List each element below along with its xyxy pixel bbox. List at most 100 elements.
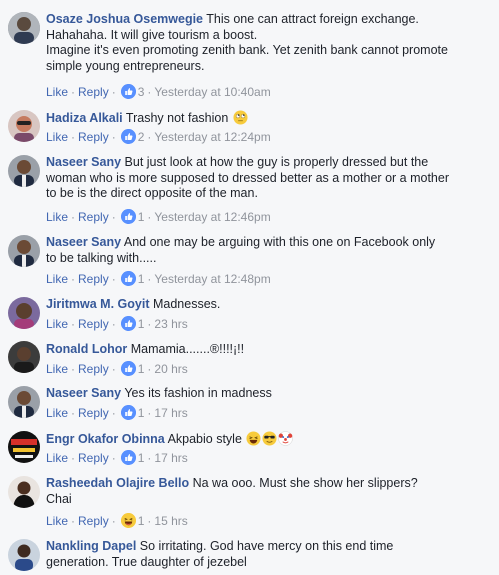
comment-text-line: This one can attract foreign exchange.: [206, 12, 419, 26]
comment-author[interactable]: Rasheedah Olajire Bello: [46, 476, 189, 490]
comment-text-line: Na wa ooo. Must she show her slippers?: [192, 476, 418, 490]
comment-text-line: Hahahaha. It will give tourism a boost.: [46, 27, 258, 42]
comment-timestamp[interactable]: 17 hrs: [154, 406, 187, 420]
comment-body: Nankling Dapel So irritating. God have m…: [46, 539, 491, 570]
comment-author[interactable]: Osaze Joshua Osemwegie: [46, 12, 203, 26]
thumbs-up-reaction-icon[interactable]: [120, 316, 136, 331]
person-photo-icon: [8, 235, 40, 267]
avatar[interactable]: [8, 431, 40, 463]
reply-link[interactable]: Reply: [78, 317, 109, 331]
avatar[interactable]: [8, 386, 40, 418]
comment-text-line: Akpabio style: [167, 432, 242, 446]
like-link[interactable]: Like: [46, 362, 68, 376]
comment-body: Naseer Sany Yes its fashion in madness: [46, 386, 491, 402]
comment-text-line: to be talking with.....: [46, 250, 157, 265]
avatar[interactable]: [8, 341, 40, 373]
person-photo-icon: [8, 386, 40, 418]
comment-body: Naseer Sany And one may be arguing with …: [46, 235, 491, 266]
comment-timestamp[interactable]: 15 hrs: [154, 514, 187, 528]
comment-text-line: Imagine it's even promoting zenith bank.…: [46, 43, 448, 57]
comment-actions: Like · Reply · 2 · Yesterday at 12:24pm: [46, 129, 271, 144]
reply-link[interactable]: Reply: [78, 362, 109, 376]
comment-timestamp[interactable]: Yesterday at 12:48pm: [154, 272, 270, 286]
comment-timestamp[interactable]: 17 hrs: [154, 451, 187, 465]
comment-body: Rasheedah Olajire Bello Na wa ooo. Must …: [46, 476, 491, 507]
reaction-count: 2: [137, 130, 145, 144]
reaction-count: 1: [137, 514, 145, 528]
comment-timestamp[interactable]: Yesterday at 12:24pm: [154, 130, 270, 144]
clown-emoji-icon: [278, 431, 294, 446]
reply-link[interactable]: Reply: [78, 210, 109, 224]
like-link[interactable]: Like: [46, 406, 68, 420]
like-link[interactable]: Like: [46, 272, 68, 286]
reply-link[interactable]: Reply: [78, 272, 109, 286]
comment-author[interactable]: Naseer Sany: [46, 386, 121, 400]
like-link[interactable]: Like: [46, 85, 68, 99]
person-photo-icon: [8, 297, 40, 329]
comment-text-line: Chai: [46, 491, 72, 506]
reaction-count: 1: [137, 406, 145, 420]
comment-body: Osaze Joshua Osemwegie This one can attr…: [46, 12, 491, 74]
thumbs-up-reaction-icon[interactable]: [120, 361, 136, 376]
like-link[interactable]: Like: [46, 317, 68, 331]
comment-timestamp[interactable]: Yesterday at 12:46pm: [154, 210, 270, 224]
comment-author[interactable]: Nankling Dapel: [46, 539, 136, 553]
comment-author[interactable]: Engr Okafor Obinna: [46, 432, 165, 446]
haha-reaction-icon[interactable]: [120, 513, 136, 528]
comment-actions: Like · Reply · 1 · 17 hrs: [46, 405, 188, 420]
like-link[interactable]: Like: [46, 210, 68, 224]
avatar[interactable]: [8, 476, 40, 508]
comment-timestamp[interactable]: 20 hrs: [154, 362, 187, 376]
person-photo-icon: [8, 539, 40, 571]
like-link[interactable]: Like: [46, 451, 68, 465]
avatar[interactable]: [8, 235, 40, 267]
comment-actions: Like · Reply · 1 · 23 hrs: [46, 316, 188, 331]
reply-link[interactable]: Reply: [78, 451, 109, 465]
avatar[interactable]: [8, 110, 40, 142]
comment-author[interactable]: Hadiza Alkali: [46, 111, 123, 125]
comment-timestamp[interactable]: 23 hrs: [154, 317, 187, 331]
comment-author[interactable]: Naseer Sany: [46, 155, 121, 169]
reply-link[interactable]: Reply: [78, 85, 109, 99]
avatar[interactable]: [8, 539, 40, 571]
person-photo-icon: [8, 155, 40, 187]
comment-text-line: simple young entrepreneurs.: [46, 58, 205, 73]
avatar[interactable]: [8, 12, 40, 44]
avatar[interactable]: [8, 155, 40, 187]
thumbs-up-reaction-icon[interactable]: [120, 271, 136, 286]
comment-text-line: And one may be arguing with this one on …: [123, 235, 436, 249]
thumbs-up-reaction-icon[interactable]: [120, 84, 136, 99]
reaction-count: 1: [137, 210, 145, 224]
thumbs-up-reaction-icon[interactable]: [120, 450, 136, 465]
avatar[interactable]: [8, 297, 40, 329]
reply-link[interactable]: Reply: [78, 406, 109, 420]
thumbs-up-reaction-icon[interactable]: [120, 405, 136, 420]
like-link[interactable]: Like: [46, 130, 68, 144]
comment-body: Engr Okafor Obinna Akpabio style: [46, 431, 491, 448]
reaction-count: 1: [137, 362, 145, 376]
reply-link[interactable]: Reply: [78, 130, 109, 144]
comment-body: Naseer Sany But just look at how the guy…: [46, 155, 491, 202]
comment-text-line: generation. True daughter of jezebel: [46, 554, 247, 569]
comment-body: Hadiza Alkali Trashy not fashion: [46, 110, 491, 127]
reaction-count: 1: [137, 317, 145, 331]
person-photo-icon: [8, 476, 40, 508]
like-link[interactable]: Like: [46, 514, 68, 528]
comment-author[interactable]: Jiritmwa M. Goyit: [46, 297, 150, 311]
comment-text-line: Madnesses.: [152, 297, 221, 311]
comment-text-line: to be is the direct opposite of the man.: [46, 186, 258, 200]
comment-timestamp[interactable]: Yesterday at 10:40am: [154, 85, 270, 99]
comment-author[interactable]: Ronald Lohor: [46, 342, 127, 356]
person-photo-icon: [8, 341, 40, 373]
comment-body: Ronald Lohor Mamamia.......®!!!!¡!!: [46, 342, 491, 358]
comment-author[interactable]: Naseer Sany: [46, 235, 121, 249]
thumbs-up-reaction-icon[interactable]: [120, 129, 136, 144]
reaction-count: 1: [137, 272, 145, 286]
comment-text-line: Yes its fashion in madness: [124, 386, 272, 400]
reply-link[interactable]: Reply: [78, 514, 109, 528]
comment-actions: Like · Reply · 3 · Yesterday at 10:40am: [46, 84, 271, 99]
rolling-eyes-emoji-icon: [233, 110, 248, 125]
comment-text-line: woman who is more supposed to dressed be…: [46, 170, 449, 185]
person-photo-icon: [8, 110, 40, 142]
thumbs-up-reaction-icon[interactable]: [120, 209, 136, 224]
